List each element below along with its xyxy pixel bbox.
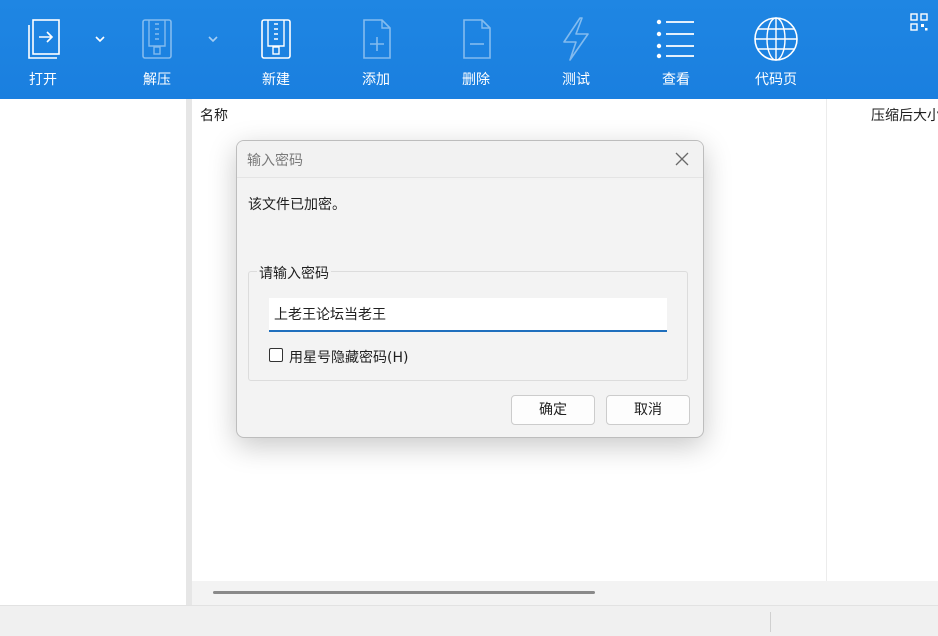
ok-button[interactable]: 确定 xyxy=(511,395,595,425)
layout-toggle-button[interactable] xyxy=(910,13,928,31)
add-button[interactable]: 添加 xyxy=(343,0,409,99)
open-icon xyxy=(28,19,60,59)
password-group-label: 请输入密码 xyxy=(257,263,331,283)
delete-file-icon xyxy=(463,19,491,59)
chevron-down-icon xyxy=(208,36,218,43)
password-input[interactable] xyxy=(269,298,667,332)
delete-button[interactable]: 删除 xyxy=(443,0,509,99)
add-label: 添加 xyxy=(362,72,390,88)
dialog-title-bar[interactable]: 输入密码 xyxy=(237,141,703,178)
globe-icon xyxy=(754,17,798,61)
new-archive-label: 新建 xyxy=(262,72,290,88)
test-button[interactable]: 测试 xyxy=(543,0,609,99)
extract-button[interactable]: 解压 xyxy=(124,0,190,99)
status-bar-divider xyxy=(770,612,771,632)
view-label: 查看 xyxy=(662,72,690,88)
codepage-label: 代码页 xyxy=(755,72,797,88)
test-icon xyxy=(563,17,589,61)
extract-label: 解压 xyxy=(143,72,171,88)
list-view-icon xyxy=(656,19,694,59)
open-label: 打开 xyxy=(29,72,57,88)
archive-manager-window: 打开 解压 新建 添加 删除 测试 查看 代码页 名称 压缩后大小 输入密码 该… xyxy=(0,0,938,636)
column-header-name[interactable]: 名称 xyxy=(200,105,228,125)
dialog-close-button[interactable] xyxy=(669,147,695,171)
password-group: 请输入密码 用星号隐藏密码(H) xyxy=(248,263,688,381)
column-header-compressed-size[interactable]: 压缩后大小 xyxy=(871,105,938,125)
new-archive-icon xyxy=(261,19,291,59)
extract-icon xyxy=(142,19,172,59)
horizontal-scrollbar[interactable] xyxy=(192,581,938,605)
cancel-button[interactable]: 取消 xyxy=(606,395,690,425)
encrypted-message: 该文件已加密。 xyxy=(248,197,346,213)
extract-dropdown-button[interactable] xyxy=(206,31,220,45)
new-archive-button[interactable]: 新建 xyxy=(243,0,309,99)
test-label: 测试 xyxy=(562,72,590,88)
hide-password-label[interactable]: 用星号隐藏密码(H) xyxy=(289,347,408,367)
add-file-icon xyxy=(363,19,391,59)
close-icon xyxy=(675,152,689,166)
view-button[interactable]: 查看 xyxy=(643,0,709,99)
open-dropdown-button[interactable] xyxy=(93,31,107,45)
chevron-down-icon xyxy=(95,36,105,43)
column-divider[interactable] xyxy=(826,99,827,581)
status-bar xyxy=(0,605,938,636)
dialog-title: 输入密码 xyxy=(247,153,303,169)
open-button[interactable]: 打开 xyxy=(10,0,76,99)
codepage-button[interactable]: 代码页 xyxy=(743,0,809,99)
folder-tree-pane[interactable] xyxy=(0,99,186,605)
delete-label: 删除 xyxy=(462,72,490,88)
grid-icon xyxy=(910,13,928,31)
password-dialog: 输入密码 该文件已加密。 请输入密码 用星号隐藏密码(H) 确定 取消 xyxy=(236,140,704,438)
horizontal-scrollbar-thumb[interactable] xyxy=(213,591,595,594)
toolbar: 打开 解压 新建 添加 删除 测试 查看 代码页 xyxy=(0,0,938,99)
hide-password-checkbox[interactable] xyxy=(269,348,283,362)
